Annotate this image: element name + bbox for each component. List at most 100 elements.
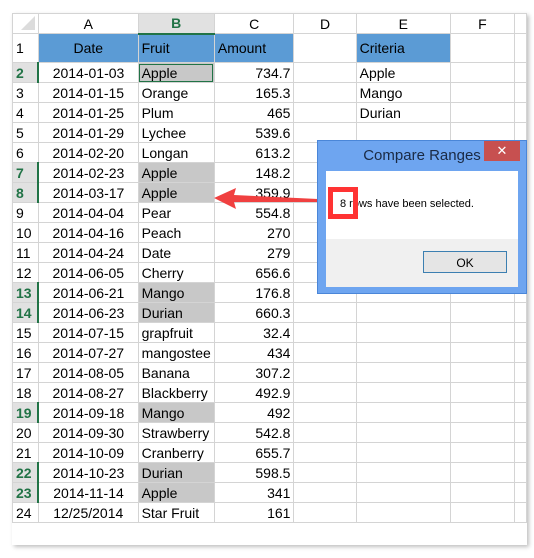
empty-cell[interactable] [355,322,451,343]
ok-button[interactable]: OK [423,251,507,273]
fruit-cell[interactable]: Orange [137,82,215,103]
empty-cell[interactable] [449,102,516,123]
empty-cell[interactable] [293,362,357,383]
empty-cell[interactable] [293,102,357,123]
amount-cell[interactable]: 161 [213,502,295,523]
fruit-cell[interactable]: mangostee [137,342,215,363]
fruit-cell[interactable]: Apple [137,62,215,83]
amount-cell[interactable]: 598.5 [213,462,295,483]
amount-cell[interactable]: 613.2 [213,142,295,163]
fruit-cell[interactable]: Apple [137,482,215,503]
empty-cell[interactable] [355,462,451,483]
fruit-cell[interactable]: Cherry [137,262,215,283]
empty-cell[interactable] [449,82,516,103]
criteria-cell[interactable]: Durian [355,102,451,123]
row-header[interactable]: 24 [12,502,39,523]
date-cell[interactable]: 2014-06-23 [37,302,139,323]
date-cell[interactable]: 2014-04-24 [37,242,139,263]
empty-cell[interactable] [293,382,357,403]
row-header[interactable]: 4 [12,102,39,123]
date-cell[interactable]: 2014-10-23 [37,462,139,483]
empty-cell[interactable] [355,362,451,383]
fruit-cell[interactable]: Blackberry [137,382,215,403]
amount-cell[interactable]: 270 [213,222,295,243]
empty-cell[interactable] [355,502,451,523]
empty-cell[interactable] [293,502,357,523]
date-cell[interactable]: 2014-03-17 [37,182,139,203]
row-header[interactable]: 19 [12,402,40,423]
amount-cell[interactable]: 656.6 [213,262,295,283]
fruit-cell[interactable]: Apple [137,182,215,203]
empty-cell[interactable] [449,502,516,523]
fruit-cell[interactable]: Lychee [137,122,215,143]
empty-cell[interactable] [355,442,451,463]
amount-cell[interactable]: 279 [213,242,295,263]
criteria-cell[interactable]: Apple [355,62,451,83]
select-all-corner[interactable] [12,13,39,34]
fruit-cell[interactable]: Longan [137,142,215,163]
empty-cell[interactable] [449,322,516,343]
empty-cell[interactable] [355,422,451,443]
empty-cell[interactable] [355,342,451,363]
fruit-cell[interactable]: Star Fruit [137,502,215,523]
empty-cell[interactable] [293,302,357,323]
criteria-cell[interactable]: Mango [355,82,451,103]
header-fruit[interactable]: Fruit [137,33,215,63]
empty-cell[interactable] [449,302,516,323]
row-header[interactable]: 15 [12,322,39,343]
amount-cell[interactable]: 434 [213,342,295,363]
empty-cell[interactable] [449,402,516,423]
empty-cell[interactable] [293,462,357,483]
empty-cell[interactable] [293,342,357,363]
amount-cell[interactable]: 176.8 [213,282,295,303]
row-header[interactable]: 18 [12,382,39,403]
date-cell[interactable]: 2014-10-09 [37,442,139,463]
row-header[interactable]: 3 [12,82,39,103]
row-header[interactable]: 22 [12,462,40,483]
empty-cell[interactable] [449,382,516,403]
fruit-cell[interactable]: Strawberry [137,422,215,443]
fruit-cell[interactable]: Banana [137,362,215,383]
amount-cell[interactable]: 655.7 [213,442,295,463]
date-cell[interactable]: 2014-08-27 [37,382,139,403]
row-header[interactable]: 12 [12,262,39,283]
empty-cell[interactable] [355,302,451,323]
empty-cell[interactable] [449,362,516,383]
fruit-cell[interactable]: Plum [137,102,215,123]
amount-cell[interactable]: 341 [213,482,295,503]
amount-cell[interactable]: 148.2 [213,162,295,183]
fruit-cell[interactable]: Mango [137,282,215,303]
column-header-b[interactable]: B [137,13,215,35]
row-header[interactable]: 20 [12,422,39,443]
empty-cell[interactable] [449,33,516,63]
date-cell[interactable]: 2014-09-30 [37,422,139,443]
row-header[interactable]: 7 [12,162,40,183]
amount-cell[interactable]: 660.3 [213,302,295,323]
date-cell[interactable]: 2014-07-27 [37,342,139,363]
date-cell[interactable]: 2014-04-16 [37,222,139,243]
empty-cell[interactable] [449,422,516,443]
amount-cell[interactable]: 734.7 [213,62,295,83]
row-header[interactable]: 14 [12,302,40,323]
empty-cell[interactable] [293,33,357,63]
row-header[interactable]: 10 [12,222,39,243]
header-amount[interactable]: Amount [213,33,295,63]
empty-cell[interactable] [449,342,516,363]
fruit-cell[interactable]: Durian [137,302,215,323]
date-cell[interactable]: 2014-01-29 [37,122,139,143]
header-criteria[interactable]: Criteria [355,33,451,63]
date-cell[interactable]: 2014-06-21 [37,282,139,303]
empty-cell[interactable] [449,442,516,463]
date-cell[interactable]: 2014-08-05 [37,362,139,383]
amount-cell[interactable]: 539.6 [213,122,295,143]
column-header-f[interactable]: F [449,13,516,34]
empty-cell[interactable] [355,402,451,423]
amount-cell[interactable]: 465 [213,102,295,123]
fruit-cell[interactable]: Apple [137,162,215,183]
row-header[interactable]: 1 [12,33,39,63]
close-button[interactable]: ✕ [484,141,520,161]
empty-cell[interactable] [293,62,357,83]
row-header[interactable]: 16 [12,342,39,363]
amount-cell[interactable]: 492.9 [213,382,295,403]
row-header[interactable]: 21 [12,442,39,463]
